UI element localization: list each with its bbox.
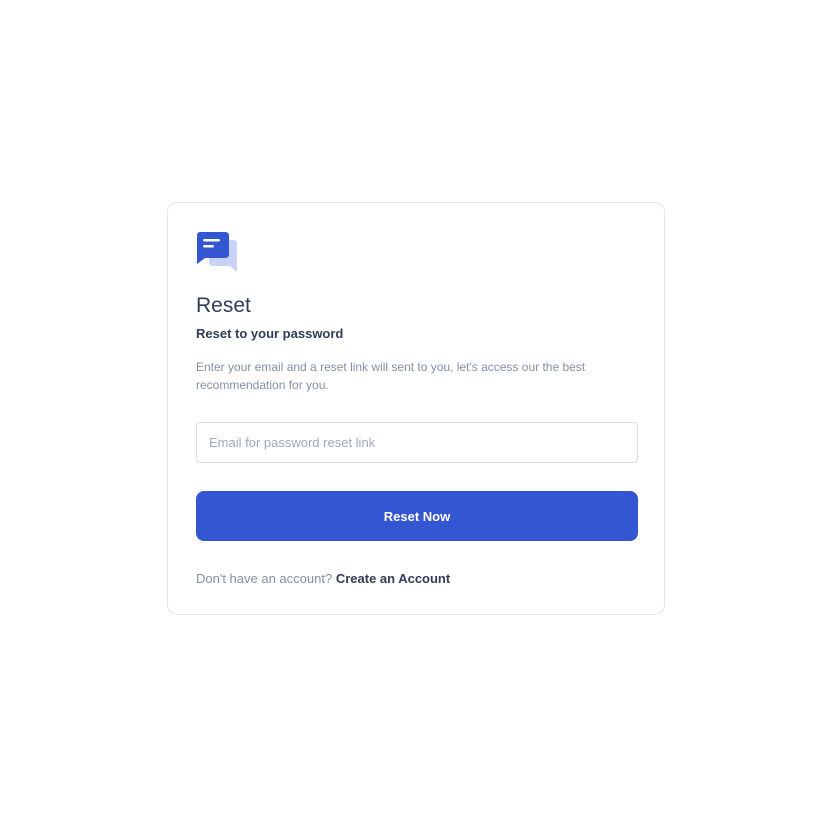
chat-bubbles-icon	[196, 231, 238, 273]
reset-now-button[interactable]: Reset Now	[196, 491, 638, 541]
create-account-link[interactable]: Create an Account	[336, 571, 450, 586]
page-title: Reset	[196, 294, 251, 317]
signup-prompt-text: Don't have an account?	[196, 571, 333, 586]
reset-card: Reset Reset to your password Enter your …	[167, 202, 665, 615]
page-description: Enter your email and a reset link will s…	[196, 360, 586, 392]
page-subtitle: Reset to your password	[196, 326, 344, 341]
signup-prompt: Don't have an account? Create an Account	[196, 570, 450, 588]
email-field[interactable]	[196, 422, 638, 463]
